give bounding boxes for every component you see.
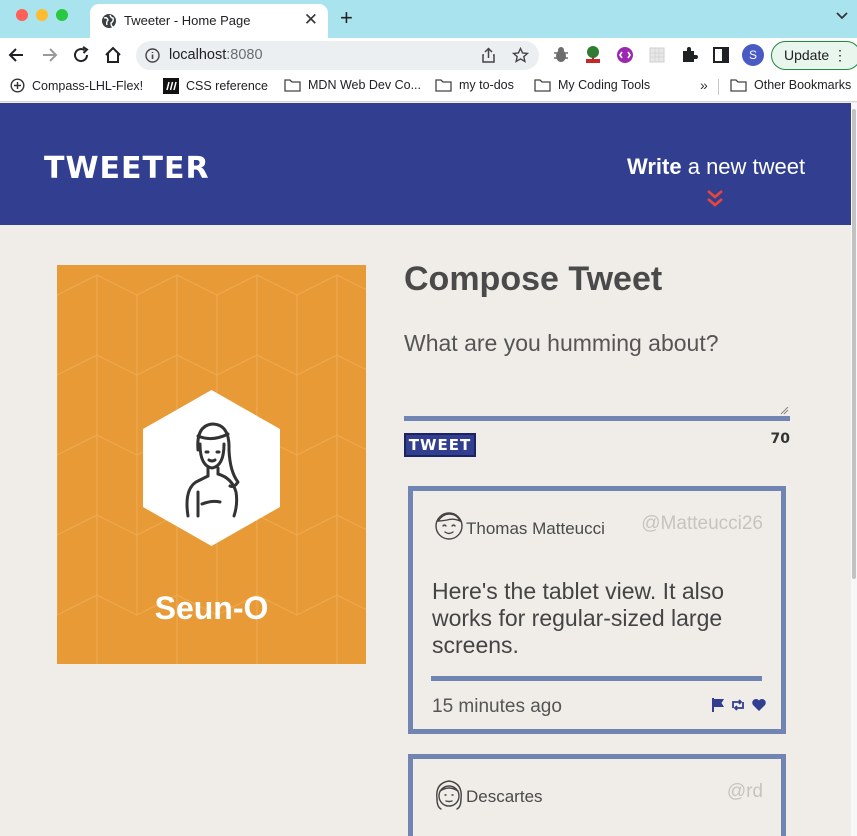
folder-icon [730,79,747,92]
url-text: localhost:8080 [169,47,263,63]
puzzle-extensions-icon[interactable] [679,45,699,65]
heart-icon[interactable] [751,697,767,713]
close-window-button[interactable] [16,9,28,21]
chevron-down-icon[interactable] [835,9,849,23]
globe-icon [102,14,116,28]
tweet-card: Descartes @rd [408,754,786,836]
character-counter: 70 [770,431,790,447]
close-tab-icon[interactable]: ✕ [304,10,318,30]
html-tree-extension-icon[interactable] [583,45,603,65]
tweet-divider [431,676,762,681]
user-avatar-icon [185,422,240,518]
maximize-window-button[interactable] [56,9,68,21]
scrollbar-thumb[interactable] [852,109,856,579]
tweet-author-handle: @Matteucci26 [641,513,763,534]
browser-tab-bar: Tweeter - Home Page ✕ + [0,0,857,38]
tweet-avatar-icon [435,512,463,540]
tweet-card: Thomas Matteucci @Matteucci26 Here's the… [408,486,786,734]
bug-extension-icon[interactable] [551,45,571,65]
grid-extension-icon[interactable] [647,45,667,65]
devtools-extension-icon[interactable] [615,45,635,65]
browser-toolbar: localhost:8080 S Update ⋮ [0,38,857,72]
bookmark-mdn-folder[interactable]: MDN Web Dev Co... [284,78,421,92]
write-new-tweet-link[interactable]: Write a new tweet [627,154,805,180]
update-button[interactable]: Update ⋮ [771,41,857,70]
bookmark-compass[interactable]: Compass-LHL-Flex! [10,78,143,93]
profile-username: Seun-O [154,590,269,626]
retweet-icon[interactable] [730,697,746,713]
forward-arrow-icon[interactable] [39,45,59,65]
plus-circle-icon [10,78,25,93]
page-viewport: TWEETER Write a new tweet Seun-O Compose… [0,103,851,836]
info-icon[interactable] [145,48,160,63]
bookmarks-overflow-button[interactable]: » [700,77,708,93]
profile-avatar[interactable]: S [742,44,764,66]
site-nav: TWEETER Write a new tweet [0,103,851,225]
folder-icon [534,79,551,92]
side-panel-icon[interactable] [711,45,731,65]
double-chevron-down-icon[interactable] [704,188,726,210]
bookmarks-bar: Compass-LHL-Flex! CSS reference MDN Web … [0,72,857,102]
textarea-underline [404,416,790,421]
address-bar[interactable]: localhost:8080 [136,41,539,70]
mdn-icon [163,78,179,94]
bookmark-css-reference[interactable]: CSS reference [163,78,268,94]
compose-tweet-heading: Compose Tweet [404,260,663,298]
bookmark-todos-folder[interactable]: my to-dos [435,78,514,92]
reload-icon[interactable] [71,45,91,65]
bookmark-coding-tools-folder[interactable]: My Coding Tools [534,78,650,92]
bookmarks-divider [718,79,719,95]
tweet-author-name: Descartes [466,787,543,806]
page-scrollbar[interactable] [851,103,857,836]
bookmark-other-folder[interactable]: Other Bookmarks [730,78,851,92]
tab-title: Tweeter - Home Page [124,13,251,28]
brand-logo[interactable]: TWEETER [44,151,210,186]
tweet-author-handle: @rd [726,781,763,802]
tweet-submit-button[interactable]: TWEET [404,433,476,457]
textarea-resize-handle[interactable] [779,405,789,415]
tweet-textarea[interactable]: What are you humming about? [404,330,719,357]
tweet-author-name: Thomas Matteucci [466,519,605,538]
tweet-timestamp: 15 minutes ago [432,696,562,717]
tweet-content: Here's the tablet view. It also works fo… [432,578,725,658]
folder-icon [284,79,301,92]
share-icon[interactable] [480,47,497,64]
bookmark-star-icon[interactable] [512,47,529,64]
new-tab-button[interactable]: + [340,5,353,31]
home-icon[interactable] [103,45,123,65]
folder-icon [435,79,452,92]
minimize-window-button[interactable] [36,9,48,21]
back-arrow-icon[interactable] [7,45,27,65]
tweet-avatar-icon [436,780,462,810]
browser-tab-active[interactable]: Tweeter - Home Page ✕ [90,4,328,38]
flag-icon[interactable] [710,697,726,713]
